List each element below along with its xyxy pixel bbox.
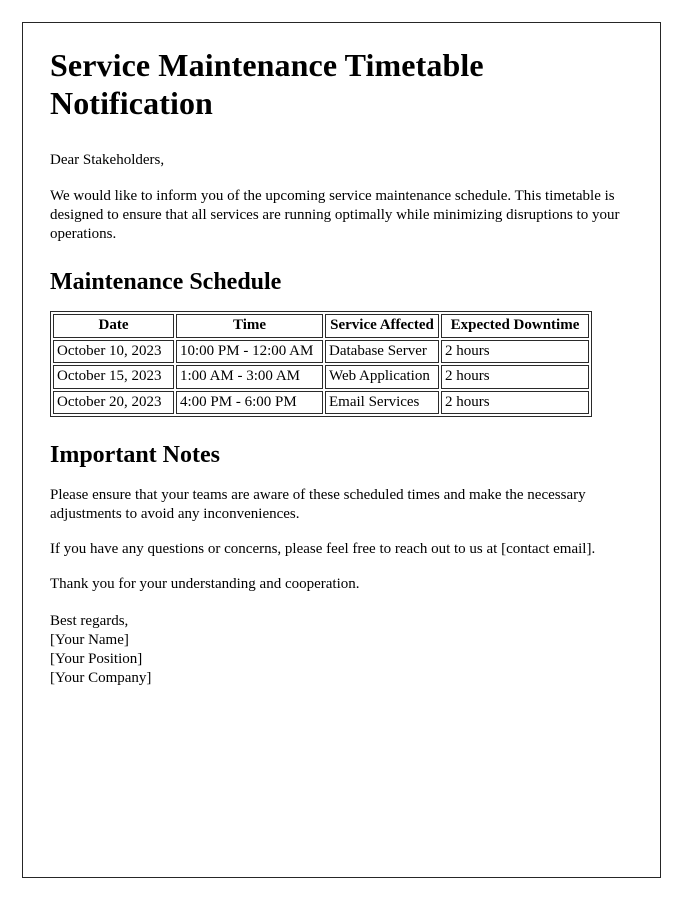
table-row: October 10, 2023 10:00 PM - 12:00 AM Dat… bbox=[53, 339, 589, 364]
cell-service: Email Services bbox=[325, 390, 439, 415]
signature-block: Best regards, [Your Name] [Your Position… bbox=[50, 612, 635, 689]
column-header-time: Time bbox=[176, 314, 323, 338]
signature-closing: Best regards, bbox=[50, 612, 129, 629]
note-paragraph-contact: If you have any questions or concerns, p… bbox=[50, 541, 596, 558]
maintenance-schedule-table: Date Time Service Affected Expected Down… bbox=[50, 311, 592, 418]
cell-downtime: 2 hours bbox=[441, 365, 589, 389]
table-row: October 15, 2023 1:00 AM - 3:00 AM Web A… bbox=[53, 365, 589, 389]
cell-service: Web Application bbox=[325, 365, 439, 389]
signature-name: [Your Name] bbox=[50, 631, 129, 648]
table-header-row: Date Time Service Affected Expected Down… bbox=[53, 314, 589, 338]
maintenance-schedule-heading: Maintenance Schedule bbox=[50, 269, 282, 296]
table-row: October 20, 2023 4:00 PM - 6:00 PM Email… bbox=[53, 390, 589, 415]
document-body: Service Maintenance Timetable Notificati… bbox=[50, 47, 635, 688]
cell-downtime: 2 hours bbox=[441, 390, 589, 415]
cell-date: October 15, 2023 bbox=[53, 365, 174, 389]
salutation-text: Dear Stakeholders, bbox=[50, 151, 165, 168]
column-header-date: Date bbox=[53, 314, 174, 338]
signature-position: [Your Position] bbox=[50, 650, 143, 667]
cell-downtime: 2 hours bbox=[441, 339, 589, 364]
important-notes-heading: Important Notes bbox=[50, 442, 220, 469]
column-header-expected-downtime: Expected Downtime bbox=[441, 314, 589, 338]
note-paragraph-thanks: Thank you for your understanding and coo… bbox=[50, 576, 360, 593]
column-header-service-affected: Service Affected bbox=[325, 314, 439, 338]
cell-time: 1:00 AM - 3:00 AM bbox=[176, 365, 323, 389]
cell-date: October 20, 2023 bbox=[53, 390, 174, 415]
cell-service: Database Server bbox=[325, 339, 439, 364]
cell-time: 10:00 PM - 12:00 AM bbox=[176, 339, 323, 364]
cell-date: October 10, 2023 bbox=[53, 339, 174, 364]
cell-time: 4:00 PM - 6:00 PM bbox=[176, 390, 323, 415]
page-title: Service Maintenance Timetable Notificati… bbox=[50, 47, 484, 121]
document-page-frame: Service Maintenance Timetable Notificati… bbox=[22, 22, 661, 878]
intro-paragraph: We would like to inform you of the upcom… bbox=[50, 187, 620, 243]
note-paragraph-teams-awareness: Please ensure that your teams are aware … bbox=[50, 486, 586, 523]
signature-company: [Your Company] bbox=[50, 670, 152, 687]
